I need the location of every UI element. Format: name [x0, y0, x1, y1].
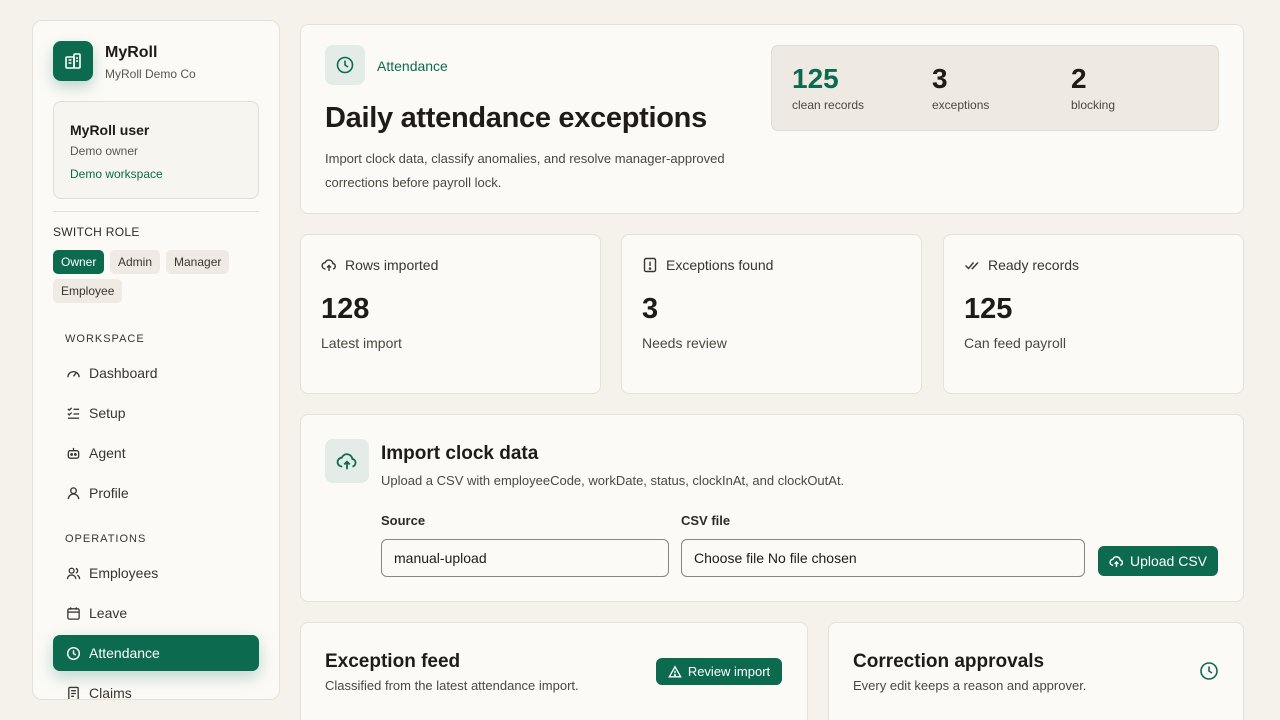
import-clock-data-card: Import clock data Upload a CSV with empl…	[300, 414, 1244, 602]
page-title: Daily attendance exceptions	[325, 102, 707, 134]
stat-label: blocking	[1071, 98, 1116, 112]
clock-icon	[325, 45, 365, 85]
cloud-upload-icon	[325, 439, 369, 483]
nav-item-attendance[interactable]: Attendance	[53, 635, 259, 671]
metric-subtitle: Can feed payroll	[964, 335, 1066, 351]
stat-blocking: 2 blocking	[1071, 63, 1116, 113]
correction-approvals-card: Correction approvals Every edit keeps a …	[828, 622, 1244, 720]
approvals-description: Every edit keeps a reason and approver.	[853, 678, 1087, 693]
nav-label: Claims	[89, 685, 132, 700]
switch-role-label: SWITCH ROLE	[53, 225, 140, 239]
building-icon	[53, 41, 93, 81]
feed-description: Classified from the latest attendance im…	[325, 678, 579, 693]
brand-org: MyRoll Demo Co	[105, 67, 196, 81]
user-name: MyRoll user	[70, 122, 150, 138]
upload-csv-button[interactable]: Upload CSV	[1098, 546, 1218, 576]
nav-label: Attendance	[89, 645, 160, 661]
metric-title: Exceptions found	[666, 257, 774, 273]
cloud-upload-icon	[1109, 554, 1124, 569]
metric-title: Rows imported	[345, 257, 439, 273]
workspace-section-label: WORKSPACE	[65, 333, 145, 345]
metric-subtitle: Needs review	[642, 335, 727, 351]
nav-item-dashboard[interactable]: Dashboard	[53, 355, 259, 391]
user-role: Demo owner	[70, 144, 139, 158]
alert-file-icon	[642, 257, 658, 273]
stat-value: 125	[792, 63, 839, 94]
button-label: Review import	[687, 664, 771, 679]
page-description: Import clock data, classify anomalies, a…	[325, 151, 725, 190]
role-admin-button[interactable]: Admin	[110, 250, 161, 274]
button-label: Upload CSV	[1129, 553, 1208, 569]
cloud-upload-icon	[321, 257, 337, 273]
role-owner-button[interactable]: Owner	[53, 250, 105, 274]
role-manager-button[interactable]: Manager	[166, 250, 230, 274]
stat-label: clean records	[792, 98, 865, 112]
nav-item-profile[interactable]: Profile	[53, 475, 259, 511]
double-check-icon	[964, 257, 980, 273]
workspace-link[interactable]: Demo workspace	[70, 167, 163, 181]
review-import-button[interactable]: Review import	[656, 658, 782, 685]
receipt-icon	[65, 685, 81, 699]
metric-ready-records: Ready records 125 Can feed payroll	[943, 234, 1244, 394]
calendar-icon	[65, 605, 81, 621]
stat-value: 2	[1071, 63, 1087, 94]
nav-item-employees[interactable]: Employees	[53, 555, 259, 591]
approvals-title: Correction approvals	[853, 651, 1045, 672]
csv-file-label: CSV file	[681, 513, 731, 528]
user-icon	[65, 485, 81, 501]
feed-title: Exception feed	[325, 651, 461, 672]
user-card: MyRoll user Demo owner Demo workspace	[53, 101, 259, 199]
metric-value: 125	[964, 293, 1013, 325]
nav-label: Dashboard	[89, 365, 158, 381]
page-header: Attendance Daily attendance exceptions I…	[300, 24, 1244, 214]
sidebar: MyRoll MyRoll Demo Co MyRoll user Demo o…	[32, 20, 280, 700]
nav-item-leave[interactable]: Leave	[53, 595, 259, 631]
page-eyebrow: Attendance	[377, 58, 448, 74]
source-input[interactable]: manual-upload	[381, 539, 669, 577]
nav-label: Employees	[89, 565, 159, 581]
nav-item-claims[interactable]: Claims	[53, 675, 259, 700]
metric-exceptions-found: Exceptions found 3 Needs review	[621, 234, 922, 394]
nav-item-agent[interactable]: Agent	[53, 435, 259, 471]
nav-label: Setup	[89, 405, 126, 421]
summary-stats: 125 clean records 3 exceptions 2 blockin…	[771, 45, 1219, 131]
stat-label: exceptions	[932, 98, 990, 112]
role-employee-button[interactable]: Employee	[53, 279, 123, 303]
metric-title: Ready records	[988, 257, 1080, 273]
nav-item-setup[interactable]: Setup	[53, 395, 259, 431]
users-icon	[65, 565, 81, 581]
metric-value: 3	[642, 293, 659, 325]
operations-section-label: OPERATIONS	[65, 533, 147, 545]
clock-icon	[65, 645, 81, 661]
gauge-icon	[65, 365, 81, 381]
import-description: Upload a CSV with employeeCode, workDate…	[381, 473, 845, 488]
bot-icon	[65, 445, 81, 461]
warning-icon	[668, 664, 682, 679]
clock-icon	[1199, 661, 1219, 686]
import-title: Import clock data	[381, 443, 539, 464]
brand-name: MyRoll	[105, 44, 158, 61]
stat-value: 3	[932, 63, 948, 94]
csv-file-input[interactable]: Choose file No file chosen	[681, 539, 1085, 577]
source-label: Source	[381, 513, 426, 528]
nav-label: Leave	[89, 605, 128, 621]
divider	[53, 211, 259, 212]
stat-exceptions: 3 exceptions	[932, 63, 990, 113]
metric-value: 128	[321, 293, 370, 325]
metric-subtitle: Latest import	[321, 335, 402, 351]
nav-label: Agent	[89, 445, 126, 461]
stat-clean: 125 clean records	[792, 63, 865, 113]
checklist-icon	[65, 405, 81, 421]
exception-feed-card: Exception feed Classified from the lates…	[300, 622, 808, 720]
metric-rows-imported: Rows imported 128 Latest import	[300, 234, 601, 394]
nav-label: Profile	[89, 485, 129, 501]
